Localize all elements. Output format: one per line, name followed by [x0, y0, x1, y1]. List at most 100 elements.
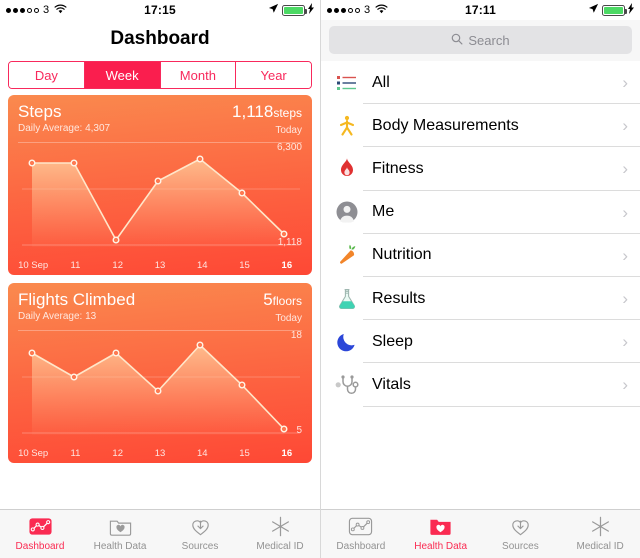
tab-dashboard[interactable]: Dashboard: [0, 513, 80, 552]
search-input[interactable]: Search: [329, 26, 632, 54]
segment-year[interactable]: Year: [236, 62, 311, 88]
tab-sources[interactable]: Sources: [481, 513, 561, 552]
card-flights-titlegroup: Flights Climbed Daily Average: 13: [18, 290, 135, 322]
segment-day[interactable]: Day: [9, 62, 85, 88]
card-steps-value: 1,118: [232, 102, 274, 121]
tab-bar-left: Dashboard Health Data Sources Medical ID: [0, 509, 320, 558]
search-placeholder: Search: [468, 32, 510, 48]
download-heart-icon: [508, 513, 533, 540]
list-item-sleep[interactable]: Sleep ›: [321, 320, 640, 364]
list-item-label: Me: [372, 203, 395, 221]
folder-heart-icon: [428, 513, 453, 540]
battery-icon: [602, 4, 627, 16]
tab-medical-id[interactable]: Medical ID: [560, 513, 640, 552]
tab-health-data[interactable]: Health Data: [80, 513, 160, 552]
card-flights-climbed[interactable]: Flights Climbed Daily Average: 13 5floor…: [8, 283, 312, 463]
list-item-label: Nutrition: [372, 246, 432, 264]
card-flights-period: Today: [275, 313, 302, 324]
flame-icon: [331, 157, 363, 181]
card-flights-ymax: 18: [290, 330, 302, 341]
location-arrow-icon: [268, 3, 279, 17]
segment-week[interactable]: Week: [84, 62, 161, 88]
card-flights-chart: 18 5 10 Sep 11 12 13 14 15 16: [8, 329, 312, 463]
crescent-moon-icon: [331, 330, 363, 353]
card-flights-valuegroup: 5floors Today: [263, 290, 302, 324]
x-tick: 13: [154, 260, 166, 271]
chevron-right-icon: ›: [622, 289, 628, 309]
carrot-icon: [331, 243, 363, 267]
x-tick: 15: [239, 260, 250, 271]
list-item-label: Fitness: [372, 159, 424, 177]
chevron-right-icon: ›: [622, 159, 628, 179]
x-tick: 11: [70, 448, 81, 459]
x-tick: 11: [70, 260, 81, 271]
battery-icon: [282, 4, 307, 16]
card-flights-unit: floors: [272, 294, 302, 308]
card-steps-title: Steps: [18, 102, 62, 121]
page-title: Dashboard: [110, 28, 210, 49]
card-flights-xaxis: 10 Sep 11 12 13 14 15 16: [8, 448, 312, 459]
x-tick: 15: [239, 448, 250, 459]
list-item-label: All: [372, 73, 390, 91]
download-heart-icon: [188, 513, 213, 540]
status-right-group: [588, 3, 634, 17]
status-right-group: [268, 3, 314, 17]
list-item-nutrition[interactable]: Nutrition ›: [321, 234, 640, 278]
period-segmented-control-wrap: Day Week Month Year: [0, 58, 320, 95]
list-item-vitals[interactable]: Vitals ›: [321, 363, 640, 407]
chevron-right-icon: ›: [622, 332, 628, 352]
stethoscope-icon: [331, 373, 363, 397]
card-flights-value: 5: [263, 290, 273, 309]
search-bar-container: Search: [321, 20, 640, 61]
tab-health-data[interactable]: Health Data: [401, 513, 481, 552]
person-avatar-icon: [331, 200, 363, 224]
card-steps-subtitle: Daily Average: 4,307: [18, 123, 111, 134]
dashboard-chart-icon: [348, 513, 373, 540]
status-bar-left: 3 17:15: [0, 0, 320, 20]
x-tick: 14: [196, 260, 208, 271]
flask-icon: [331, 287, 363, 311]
list-item-me[interactable]: Me ›: [321, 191, 640, 234]
x-tick-today: 16: [281, 260, 293, 271]
list-lines-icon: [331, 73, 363, 93]
tab-sources[interactable]: Sources: [160, 513, 240, 552]
medical-asterisk-icon: [588, 513, 613, 540]
tab-medical-id-label: Medical ID: [256, 541, 304, 552]
card-flights-ymin: 5: [296, 425, 302, 436]
tab-sources-label: Sources: [181, 541, 219, 552]
dashboard-screen: 3 17:15 Dashboard Day Week Month Year St…: [0, 0, 320, 558]
x-tick: 10 Sep: [18, 448, 49, 459]
card-steps-valuegroup: 1,118steps Today: [232, 102, 302, 136]
card-steps-chart: 6,300 1,118 10 Sep 11 12 13 14 15 16: [8, 141, 312, 275]
card-flights-header: Flights Climbed Daily Average: 13 5floor…: [8, 283, 312, 329]
chevron-right-icon: ›: [622, 73, 628, 93]
health-data-screen: 3 17:11 Search All › Body Measurements ›…: [320, 0, 640, 558]
list-item-label: Vitals: [372, 375, 411, 393]
tab-health-data-label: Health Data: [93, 541, 147, 552]
list-item-all[interactable]: All ›: [321, 61, 640, 105]
card-flights-title: Flights Climbed: [18, 290, 136, 309]
steps-line-svg: [22, 155, 300, 247]
card-steps-header: Steps Daily Average: 4,307 1,118steps To…: [8, 95, 312, 141]
flights-line-svg: [22, 341, 300, 435]
tab-medical-id[interactable]: Medical ID: [240, 513, 320, 552]
card-steps-titlegroup: Steps Daily Average: 4,307: [18, 102, 110, 134]
period-segmented-control[interactable]: Day Week Month Year: [8, 61, 312, 89]
lightning-bolt-icon: [628, 3, 634, 17]
list-item-results[interactable]: Results ›: [321, 277, 640, 321]
lightning-bolt-icon: [308, 3, 314, 17]
list-item-body-measurements[interactable]: Body Measurements ›: [321, 104, 640, 148]
card-steps[interactable]: Steps Daily Average: 4,307 1,118steps To…: [8, 95, 312, 275]
card-steps-unit: steps: [273, 106, 302, 120]
chevron-right-icon: ›: [622, 375, 628, 395]
tab-dashboard-label: Dashboard: [336, 541, 386, 552]
segment-month[interactable]: Month: [160, 62, 237, 88]
tab-dashboard[interactable]: Dashboard: [321, 513, 401, 552]
x-tick: 10 Sep: [18, 260, 49, 271]
x-tick-today: 16: [281, 448, 293, 459]
list-item-label: Sleep: [372, 332, 413, 350]
x-tick: 13: [154, 448, 166, 459]
chevron-right-icon: ›: [622, 202, 628, 222]
list-item-fitness[interactable]: Fitness ›: [321, 147, 640, 191]
tab-dashboard-label: Dashboard: [15, 541, 65, 552]
